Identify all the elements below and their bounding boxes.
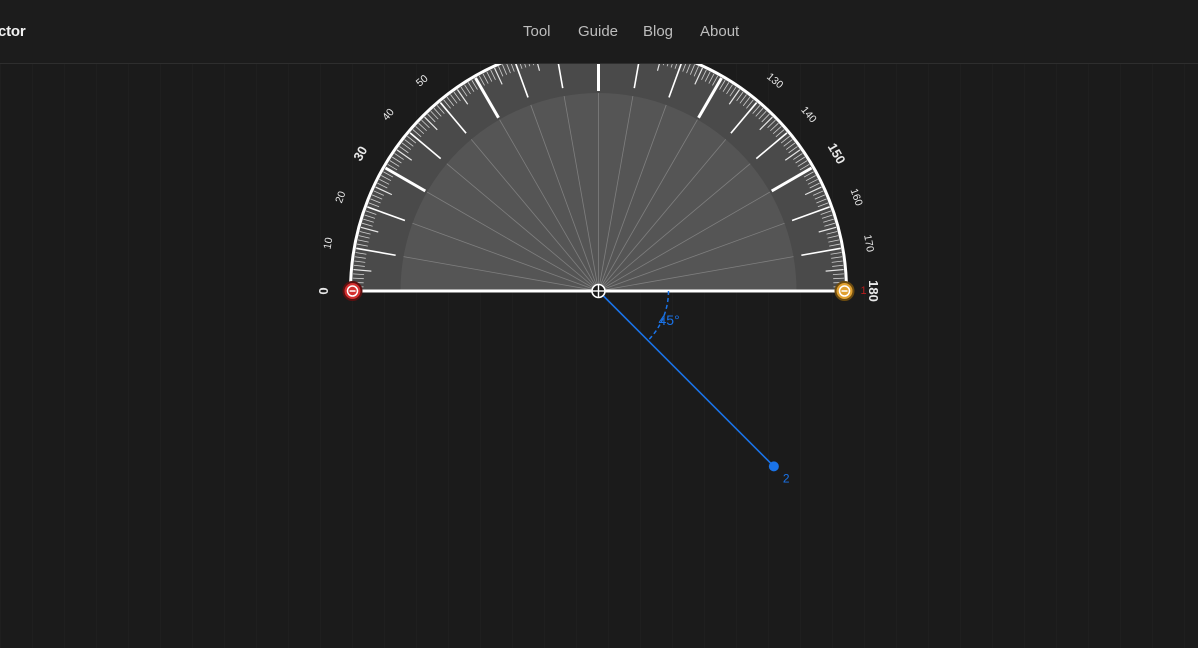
protractor[interactable]: 0 10 20 30 40 50 130 140 150 160 170 180 [316,43,881,302]
scale-label-160: 160 [848,187,865,208]
measure-line [597,290,775,467]
scale-label-30: 30 [350,143,370,163]
point-1-label: 1 [861,285,867,297]
scale-label-180: 180 [866,280,881,302]
nav-link-guide[interactable]: Guide [578,23,618,40]
scale-label-130: 130 [764,71,785,92]
point-2-handle[interactable] [768,461,779,472]
angle-readout: 45° [659,312,680,328]
center-move-handle[interactable] [591,283,606,299]
scale-label-40: 40 [380,106,397,123]
right-rotate-handle[interactable] [834,281,855,301]
left-rotate-handle[interactable] [342,281,363,301]
scale-label-170: 170 [861,234,876,253]
nav-link-about[interactable]: About [700,23,739,40]
scale-label-20: 20 [333,190,348,205]
point-2-label: 2 [783,471,790,485]
scale-label-140: 140 [798,104,819,125]
scale-label-0: 0 [316,287,331,294]
nav-link-blog[interactable]: Blog [643,23,673,40]
protractor-canvas[interactable]: 0 10 20 30 40 50 130 140 150 160 170 180 45° 1 2 [0,0,1198,648]
main-nav: Tool Guide Blog About [0,23,1198,43]
scale-label-50: 50 [414,72,431,89]
scale-label-150: 150 [825,140,849,166]
angle-measurement: 45° [597,290,775,467]
top-navbar: ctor Tool Guide Blog About [0,0,1198,64]
scale-label-10: 10 [322,236,336,250]
nav-link-tool[interactable]: Tool [523,23,551,40]
